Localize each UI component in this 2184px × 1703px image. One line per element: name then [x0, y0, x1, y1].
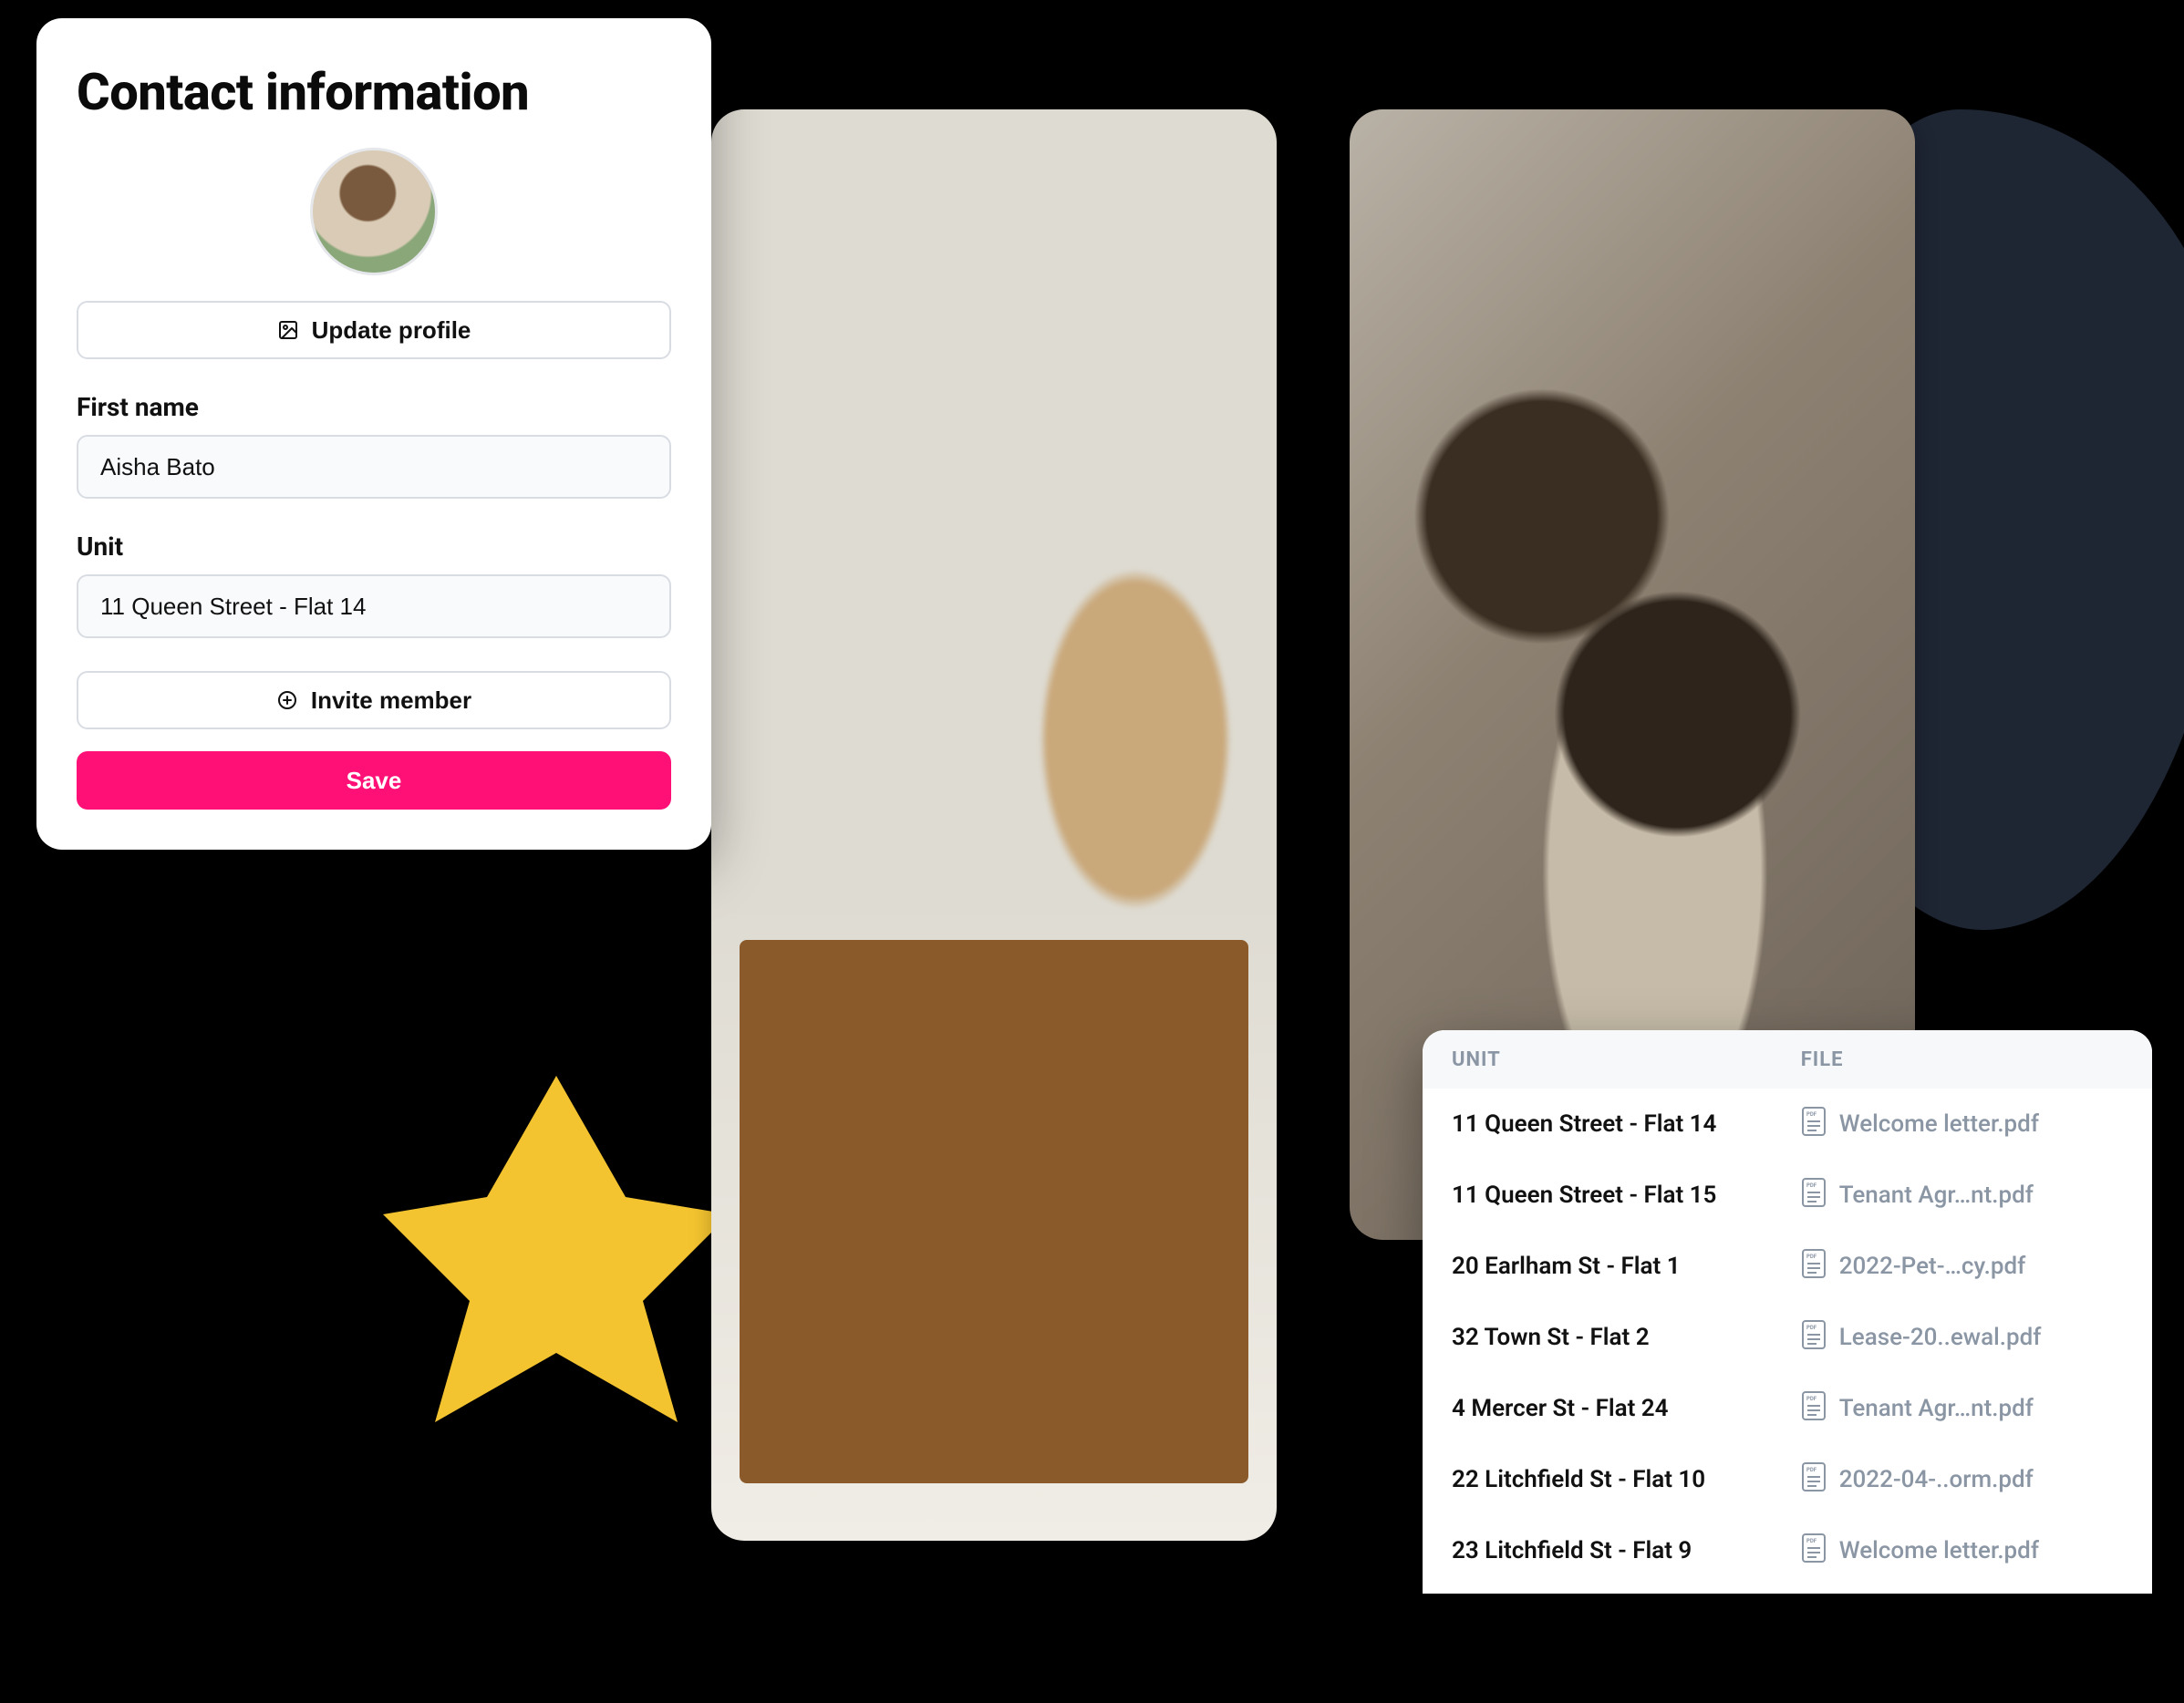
- row-file-name: 2022-Pet-…cy.pdf: [1839, 1253, 2026, 1280]
- row-file-name: Tenant Agr…nt.pdf: [1839, 1395, 2034, 1422]
- files-header-unit: UNIT: [1452, 1048, 1801, 1071]
- row-file: PDF Tenant Agr…nt.pdf: [1801, 1390, 2123, 1428]
- row-file: PDF 2022-Pet-…cy.pdf: [1801, 1248, 2123, 1285]
- first-name-label: First name: [77, 392, 671, 422]
- svg-text:PDF: PDF: [1806, 1111, 1817, 1118]
- save-button[interactable]: Save: [77, 751, 671, 810]
- svg-text:PDF: PDF: [1806, 1467, 1817, 1473]
- update-profile-button[interactable]: Update profile: [77, 301, 671, 359]
- file-icon: PDF: [1801, 1248, 1827, 1285]
- row-file-name: Lease-20..ewal.pdf: [1839, 1324, 2042, 1351]
- first-name-input[interactable]: [77, 435, 671, 499]
- files-table: UNIT FILE 11 Queen Street - Flat 14 PDF …: [1423, 1030, 2152, 1594]
- svg-text:PDF: PDF: [1806, 1396, 1817, 1402]
- table-row[interactable]: 32 Town St - Flat 2 PDF Lease-20..ewal.p…: [1423, 1302, 2152, 1373]
- row-unit: 20 Earlham St - Flat 1: [1452, 1253, 1801, 1280]
- contact-information-card: Contact information Update profile First…: [36, 18, 711, 850]
- table-row[interactable]: 20 Earlham St - Flat 1 PDF 2022-Pet-…cy.…: [1423, 1231, 2152, 1302]
- files-header-file: FILE: [1801, 1048, 2123, 1071]
- table-row[interactable]: 4 Mercer St - Flat 24 PDF Tenant Agr…nt.…: [1423, 1373, 2152, 1444]
- svg-text:PDF: PDF: [1806, 1254, 1817, 1260]
- svg-text:PDF: PDF: [1806, 1325, 1817, 1331]
- table-row[interactable]: 23 Litchfield St - Flat 9 PDF Welcome le…: [1423, 1515, 2152, 1586]
- row-file-name: Tenant Agr…nt.pdf: [1839, 1182, 2034, 1209]
- decorative-blob-yellow: [383, 1076, 730, 1422]
- file-icon: PDF: [1801, 1177, 1827, 1214]
- file-icon: PDF: [1801, 1106, 1827, 1143]
- avatar: [310, 148, 438, 275]
- svg-text:PDF: PDF: [1806, 1538, 1817, 1544]
- row-file-name: Welcome letter.pdf: [1839, 1110, 2039, 1138]
- invite-member-button[interactable]: Invite member: [77, 671, 671, 729]
- row-file: PDF Welcome letter.pdf: [1801, 1533, 2123, 1570]
- row-unit: 23 Litchfield St - Flat 9: [1452, 1537, 1801, 1564]
- image-icon: [277, 319, 299, 341]
- svg-text:PDF: PDF: [1806, 1182, 1817, 1189]
- row-file-name: 2022-04-..orm.pdf: [1839, 1466, 2034, 1493]
- row-unit: 11 Queen Street - Flat 14: [1452, 1110, 1801, 1138]
- file-icon: PDF: [1801, 1461, 1827, 1499]
- card-title: Contact information: [77, 62, 671, 122]
- unit-label: Unit: [77, 532, 671, 562]
- row-file: PDF Tenant Agr…nt.pdf: [1801, 1177, 2123, 1214]
- save-label: Save: [347, 767, 402, 795]
- row-file: PDF Welcome letter.pdf: [1801, 1106, 2123, 1143]
- table-row[interactable]: 22 Litchfield St - Flat 10 PDF 2022-04-.…: [1423, 1444, 2152, 1515]
- table-row[interactable]: 11 Queen Street - Flat 14 PDF Welcome le…: [1423, 1089, 2152, 1160]
- file-icon: PDF: [1801, 1533, 1827, 1570]
- unit-input[interactable]: [77, 574, 671, 638]
- photo-living-room: [711, 109, 1277, 1541]
- row-unit: 22 Litchfield St - Flat 10: [1452, 1466, 1801, 1493]
- plus-circle-icon: [276, 689, 298, 711]
- files-table-header: UNIT FILE: [1423, 1030, 2152, 1089]
- row-file: PDF Lease-20..ewal.pdf: [1801, 1319, 2123, 1357]
- row-unit: 32 Town St - Flat 2: [1452, 1324, 1801, 1351]
- row-unit: 4 Mercer St - Flat 24: [1452, 1395, 1801, 1422]
- invite-member-label: Invite member: [311, 686, 471, 715]
- row-file-name: Welcome letter.pdf: [1839, 1537, 2039, 1564]
- row-file: PDF 2022-04-..orm.pdf: [1801, 1461, 2123, 1499]
- update-profile-label: Update profile: [312, 316, 471, 345]
- table-row[interactable]: 11 Queen Street - Flat 15 PDF Tenant Agr…: [1423, 1160, 2152, 1231]
- row-unit: 11 Queen Street - Flat 15: [1452, 1182, 1801, 1209]
- file-icon: PDF: [1801, 1390, 1827, 1428]
- file-icon: PDF: [1801, 1319, 1827, 1357]
